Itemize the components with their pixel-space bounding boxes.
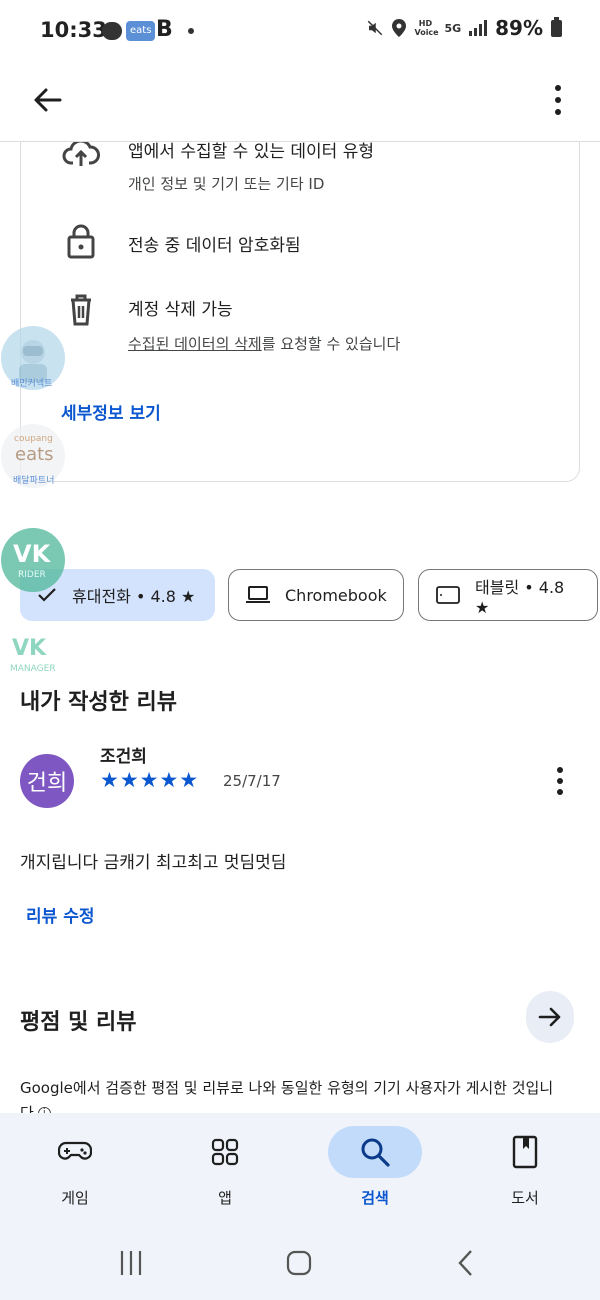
chip-chromebook-label: Chromebook [285,585,387,605]
ratings-title[interactable]: 평점 및 리뷰 [20,1004,137,1036]
nav-books[interactable]: 도서 [450,1113,600,1225]
recent-apps-icon [120,1251,142,1275]
deletion-title: 계정 삭제 가능 [128,300,233,320]
app-bar [0,62,600,142]
vk-manager-logo[interactable]: VK [12,636,46,661]
arrow-left-icon [34,88,62,112]
chip-tablet[interactable]: 태블릿 • 4.8 ★ [418,569,598,621]
network-5g-icon: 5G [444,21,462,35]
status-bar: 10:33 eats B HD Voice 5G 89% [0,0,600,62]
deletion-request-link[interactable]: 수집된 데이터의 삭제 [128,335,262,353]
vk-manager-label: MANAGER [10,664,56,674]
chip-tablet-label: 태블릿 • 4.8 ★ [475,577,565,617]
nav-apps-icon-wrap [178,1126,272,1178]
hd-voice-icon: HD Voice [414,19,439,37]
mute-icon [368,20,383,36]
book-icon [512,1135,538,1169]
signal-icon [469,20,488,36]
laptop-icon [246,586,270,603]
coupang-eats-logo: eats [15,444,54,465]
b-notification-icon: B [156,17,173,42]
coupang-partner-label: 배달파트너 [13,476,55,486]
star-rating: ★★★★★ [100,768,200,792]
nav-games-icon-wrap [28,1126,122,1178]
system-navigation-bar [0,1225,600,1300]
nav-search-label: 검색 [361,1189,389,1207]
reviewer-name: 조건희 [100,747,147,767]
more-vert-icon [557,767,563,795]
vk-rider-bubble[interactable]: VK RIDER [1,528,65,592]
back-button[interactable] [28,80,68,120]
chat-notification-icon [102,22,122,40]
data-collected-sub: 개인 정보 및 기기 또는 기타 ID [128,175,325,193]
location-icon [392,19,407,37]
baemin-connect-label: 배민커넥트 [11,379,53,389]
more-notifications-icon [188,28,194,34]
edit-review-button[interactable]: 리뷰 수정 [26,902,94,927]
my-review-title: 내가 작성한 리뷰 [20,690,177,715]
recent-apps-button[interactable] [111,1245,151,1281]
nav-search[interactable]: 검색 [300,1113,450,1225]
nav-games-label: 게임 [61,1189,89,1207]
search-icon [361,1138,390,1167]
apps-grid-icon [211,1138,239,1166]
system-back-button[interactable] [447,1245,487,1281]
nav-apps-label: 앱 [218,1189,232,1207]
trash-icon [71,294,91,326]
more-vert-icon [555,85,561,115]
nav-search-icon-wrap [328,1126,422,1178]
home-icon [286,1250,312,1276]
bottom-navigation: 게임 앱 검색 도서 [0,1113,600,1225]
review-text: 개지립니다 금캐기 최고최고 멋딤멋딤 [20,853,287,873]
nav-apps[interactable]: 앱 [150,1113,300,1225]
lock-icon [67,224,95,259]
nav-books-label: 도서 [511,1189,539,1207]
tablet-icon [436,586,460,604]
data-safety-card: 앱에서 수집할 수 있는 데이터 유형 개인 정보 및 기기 또는 기타 ID … [20,100,580,482]
deletion-sub-text: 를 요청할 수 있습니다 [261,335,401,353]
arrow-right-icon [538,1007,561,1027]
chevron-left-icon [458,1250,472,1276]
vk-rider-label: RIDER [18,570,46,580]
vk-rider-logo: VK [13,540,51,568]
review-more-button[interactable] [548,764,572,798]
review-date: 25/7/17 [223,772,281,790]
more-options-button[interactable] [546,80,570,120]
see-details-link[interactable]: 세부정보 보기 [61,399,161,424]
battery-icon [551,16,562,37]
avatar: 건희 [20,754,74,808]
eats-notification-icon: eats [126,21,156,41]
battery-percent: 89% [495,16,543,40]
status-indicators: HD Voice 5G 89% [366,16,562,40]
status-time: 10:33 [40,18,107,42]
encryption-title: 전송 중 데이터 암호화됨 [128,236,301,256]
chip-phone-label: 휴대전화 • 4.8 ★ [72,587,196,606]
ratings-arrow-button[interactable] [526,991,574,1043]
coupang-small-text: coupang [14,434,53,444]
chip-chromebook[interactable]: Chromebook [228,569,404,621]
home-button[interactable] [279,1245,319,1281]
nav-books-icon-wrap [478,1126,572,1178]
deletion-sub: 수집된 데이터의 삭제를 요청할 수 있습니다 [128,333,400,354]
gamepad-icon [58,1141,92,1160]
nav-games[interactable]: 게임 [0,1113,150,1225]
